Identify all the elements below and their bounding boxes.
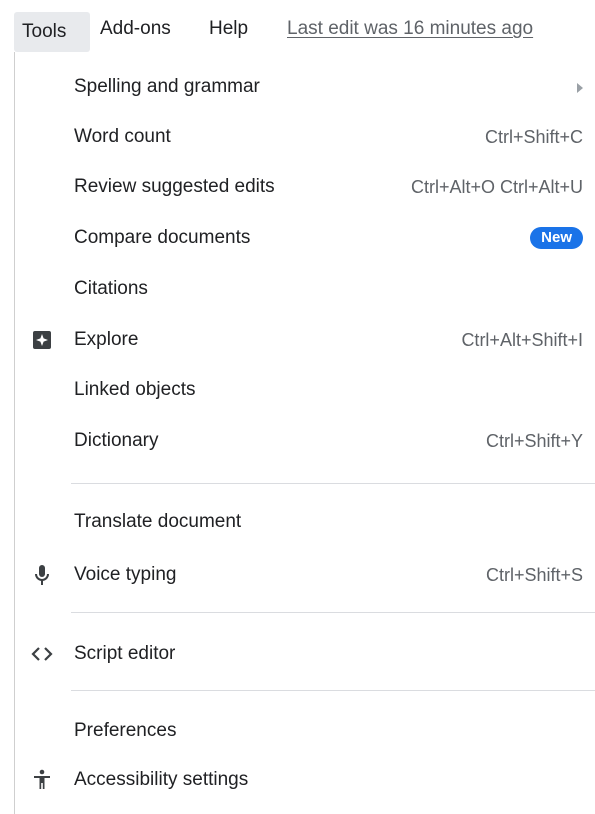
menu-divider: [71, 690, 595, 691]
menu-item-label: Voice typing: [74, 564, 177, 585]
explore-icon: [30, 328, 54, 352]
menu-item-label: Translate document: [74, 511, 242, 532]
menu-item-label: Compare documents: [74, 227, 251, 248]
menu-item-label: Word count: [74, 126, 171, 147]
menu-item-label: Preferences: [74, 720, 177, 741]
code-icon: [30, 642, 54, 666]
shortcut-text: Ctrl+Shift+C: [484, 127, 583, 147]
menu-item-accessibility-settings[interactable]: Accessibility settings: [0, 758, 595, 802]
shortcut-text: Ctrl+Alt+Shift+I: [461, 330, 583, 350]
menu-item-label: Dictionary: [74, 430, 159, 451]
menu-item-label: Linked objects: [74, 379, 196, 400]
menu-item-voice-typing[interactable]: Voice typing Ctrl+Shift+S: [0, 553, 595, 597]
shortcut-text: Ctrl+Alt+O Ctrl+Alt+U: [410, 177, 583, 197]
menu-divider: [71, 612, 595, 613]
menu-item-linked-objects[interactable]: Linked objects: [0, 368, 595, 412]
menu-item-label: Review suggested edits: [74, 176, 275, 197]
menu-item-label: Script editor: [74, 643, 176, 664]
accessibility-icon: [30, 768, 54, 792]
menu-item-label: Accessibility settings: [74, 769, 249, 790]
menu-bar: Tools Add-ons Help Last edit was 16 minu…: [0, 0, 595, 56]
menu-item-label: Citations: [74, 278, 148, 299]
menu-help[interactable]: Help: [209, 14, 248, 44]
menu-addons[interactable]: Add-ons: [100, 14, 171, 44]
menu-item-preferences[interactable]: Preferences: [0, 709, 595, 753]
menu-item-dictionary[interactable]: Dictionary Ctrl+Shift+Y: [0, 419, 595, 463]
menu-item-script-editor[interactable]: Script editor: [0, 632, 595, 676]
menu-item-spelling-and-grammar[interactable]: Spelling and grammar: [0, 65, 595, 109]
menu-item-citations[interactable]: Citations: [0, 267, 595, 311]
menu-item-word-count[interactable]: Word count Ctrl+Shift+C: [0, 115, 595, 159]
menu-item-review-suggested-edits[interactable]: Review suggested edits Ctrl+Alt+O Ctrl+A…: [0, 165, 595, 209]
menu-item-label: Spelling and grammar: [74, 76, 260, 97]
shortcut-text: Ctrl+Shift+Y: [485, 431, 583, 451]
menu-tools[interactable]: Tools: [14, 12, 90, 52]
menu-item-compare-documents[interactable]: Compare documents New: [0, 216, 595, 260]
new-badge: New: [530, 227, 583, 249]
shortcut-text: Ctrl+Shift+S: [485, 565, 583, 585]
last-edit-link[interactable]: Last edit was 16 minutes ago: [287, 14, 533, 44]
menu-item-label: Explore: [74, 329, 139, 350]
microphone-icon: [30, 563, 54, 587]
menu-item-explore[interactable]: Explore Ctrl+Alt+Shift+I: [0, 318, 595, 362]
menu-item-translate-document[interactable]: Translate document: [0, 500, 595, 544]
menu-divider: [71, 483, 595, 484]
submenu-arrow-icon: [577, 83, 583, 93]
